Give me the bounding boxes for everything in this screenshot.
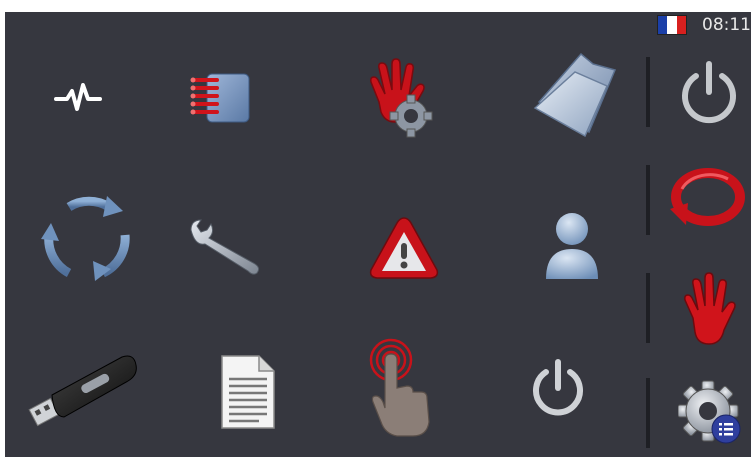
touch-finger-icon [369, 338, 430, 437]
red-cycle-arrow-icon [670, 168, 745, 226]
pulse-signal-icon [54, 82, 102, 111]
warning-triangle-icon [369, 216, 439, 279]
touch-button[interactable] [336, 330, 466, 445]
hmi-screen: 08:11 [5, 12, 751, 457]
document-icon [221, 354, 275, 429]
side-stop-button[interactable] [669, 264, 749, 354]
shutdown-button[interactable] [493, 330, 623, 445]
red-list-book-icon [190, 73, 250, 122]
wrench-icon [190, 218, 260, 275]
power-icon [682, 61, 736, 124]
maintenance-button[interactable] [160, 190, 290, 305]
power-icon [533, 358, 583, 415]
flag-france-icon[interactable] [658, 16, 686, 34]
alarms-button[interactable] [339, 190, 469, 305]
usb-drive-icon [28, 355, 137, 426]
hand-gear-icon [370, 57, 433, 137]
user-person-icon [546, 212, 598, 279]
signal-button[interactable] [14, 40, 144, 155]
cycle-button[interactable] [22, 180, 152, 295]
document-button[interactable] [183, 334, 313, 449]
list-button[interactable] [155, 40, 285, 155]
separator [646, 273, 650, 343]
separator [646, 165, 650, 235]
red-hand-icon [684, 272, 736, 345]
folder-button[interactable] [510, 37, 640, 152]
status-bar: 08:11 [658, 12, 751, 38]
side-settings-button[interactable] [671, 367, 751, 457]
user-button[interactable] [507, 187, 637, 302]
refresh-cycle-icon [41, 195, 130, 281]
separator [646, 378, 650, 448]
side-power-button[interactable] [669, 47, 749, 137]
side-reset-button[interactable] [667, 155, 747, 245]
manual-config-button[interactable] [335, 40, 465, 155]
separator [646, 57, 650, 127]
open-folder-icon [533, 52, 617, 137]
gear-list-icon [678, 380, 741, 444]
usb-button[interactable] [17, 330, 147, 445]
clock-time: 08:11 [702, 15, 751, 35]
